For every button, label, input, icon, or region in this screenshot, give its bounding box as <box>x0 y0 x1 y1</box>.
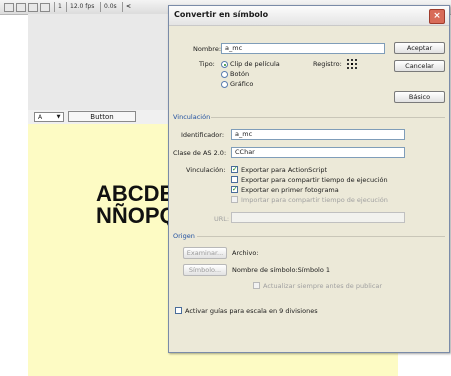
accept-button[interactable]: Aceptar <box>394 42 445 54</box>
current-frame: 1 <box>58 3 62 10</box>
name-input[interactable]: a_mc <box>221 43 385 54</box>
url-input[interactable] <box>231 212 405 223</box>
import-runtime-share-checkbox[interactable] <box>231 196 238 203</box>
export-runtime-share-checkbox[interactable] <box>231 176 238 183</box>
identifier-input[interactable]: a_mc <box>231 129 405 140</box>
scale-guides-label: Activar guías para escala en 9 divisione… <box>185 307 318 315</box>
url-label: URL: <box>214 215 230 223</box>
timeline-toolbar: 1 12.0 fps 0.0s < <box>0 0 175 15</box>
frame-rate: 12.0 fps <box>70 3 95 10</box>
instance-name-value: A <box>38 114 43 121</box>
dialog-title: Convertir en símbolo <box>174 10 269 19</box>
center-frame-icon[interactable] <box>4 3 14 12</box>
convert-to-symbol-dialog: Convertir en símbolo × Nombre: a_mc Acep… <box>168 5 450 353</box>
export-first-frame-checkbox[interactable]: ✓ <box>231 186 238 193</box>
identifier-label: Identificador: <box>181 131 225 139</box>
registration-label: Registro: <box>313 60 342 68</box>
basic-button[interactable]: Básico <box>394 91 445 103</box>
dialog-title-bar[interactable]: Convertir en símbolo × <box>169 6 449 26</box>
type-movieclip-radio[interactable] <box>221 61 228 68</box>
import-runtime-share-label: Importar para compartir tiempo de ejecuc… <box>241 196 388 204</box>
export-first-frame-label: Exportar en primer fotograma <box>241 186 339 194</box>
always-update-checkbox[interactable] <box>253 282 260 289</box>
toolbar-separator <box>66 2 67 12</box>
button-tab[interactable]: Button <box>68 111 136 122</box>
type-button-radio[interactable] <box>221 71 228 78</box>
as-class-input[interactable]: CChar <box>231 147 405 158</box>
elapsed-time: 0.0s <box>104 3 117 10</box>
export-actionscript-checkbox[interactable]: ✓ <box>231 166 238 173</box>
export-actionscript-label: Exportar para ActionScript <box>241 166 328 174</box>
name-label: Nombre: <box>193 45 222 53</box>
as-class-label: Clase de AS 2.0: <box>173 149 227 157</box>
source-section-title: Origen <box>173 232 195 240</box>
type-graphic-radio[interactable] <box>221 81 228 88</box>
linkage-divider <box>211 117 445 118</box>
linkage-section-title: Vinculación <box>173 113 211 121</box>
onion-outline-icon[interactable] <box>28 3 38 12</box>
source-divider <box>197 236 445 237</box>
always-update-label: Actualizar siempre antes de publicar <box>263 282 383 290</box>
stage-text: ABCDE NÑOPQ <box>96 183 177 227</box>
browse-button[interactable]: Examinar... <box>183 247 227 259</box>
scale-guides-checkbox[interactable] <box>175 307 182 314</box>
export-runtime-share-label: Exportar para compartir tiempo de ejecuc… <box>241 176 388 184</box>
type-graphic-label: Gráfico <box>230 80 254 88</box>
type-button-label: Botón <box>230 70 250 78</box>
symbol-name-label: Nombre de símbolo:Símbolo 1 <box>232 266 331 274</box>
chevron-down-icon: ▼ <box>56 114 61 120</box>
file-label: Archivo: <box>232 249 259 257</box>
type-label: Tipo: <box>199 60 215 68</box>
close-button[interactable]: × <box>429 9 445 24</box>
symbol-button[interactable]: Símbolo... <box>183 264 227 276</box>
stage-text-line-2: NÑOPQ <box>96 203 177 228</box>
type-movieclip-label: Clip de película <box>230 60 280 68</box>
toolbar-separator <box>100 2 101 12</box>
toolbar-separator <box>54 2 55 12</box>
instance-name-select[interactable]: A ▼ <box>34 112 64 122</box>
cancel-button[interactable]: Cancelar <box>394 60 445 72</box>
edit-frames-icon[interactable] <box>40 3 50 12</box>
registration-grid-icon[interactable] <box>347 59 357 69</box>
scroll-left-button[interactable]: < <box>126 3 131 10</box>
linkage-label: Vinculación: <box>186 166 226 174</box>
toolbar-separator <box>122 2 123 12</box>
onion-skin-icon[interactable] <box>16 3 26 12</box>
